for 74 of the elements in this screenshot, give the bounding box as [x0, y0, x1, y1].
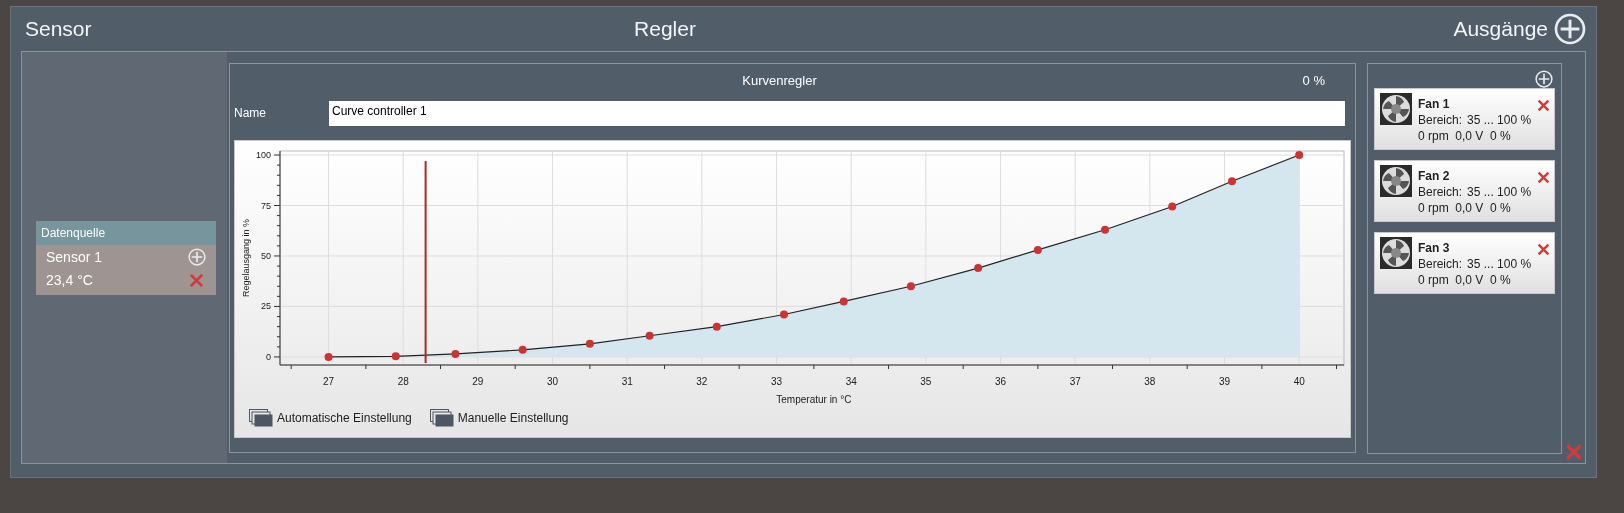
section-title: Sensor — [25, 17, 92, 41]
curve-point[interactable] — [391, 352, 400, 361]
delete-icon[interactable] — [1537, 171, 1551, 184]
range-value: 35 ... 100 % — [1467, 112, 1532, 128]
curve-point[interactable] — [712, 322, 721, 331]
sensor-name: Sensor 1 — [46, 247, 103, 267]
curve-point[interactable] — [585, 339, 594, 348]
x-tick-label: 33 — [770, 376, 783, 387]
add-icon[interactable] — [1554, 13, 1586, 45]
y-tick-label: 25 — [261, 301, 271, 312]
y-tick-label: 75 — [261, 200, 271, 211]
settings-button[interactable]: Manuelle Einstellung — [429, 409, 569, 427]
range-label: Bereich: — [1418, 256, 1463, 272]
fan-reading: 0 rpm 0,0 V 0 % — [1418, 128, 1511, 144]
settings-button[interactable]: Automatische Einstellung — [249, 409, 412, 427]
fan-reading: 0 rpm 0,0 V 0 % — [1418, 272, 1511, 288]
fan-card[interactable]: Fan 2 Bereich: 35 ... 100 % 0 rpm 0,0 V 0 % — [1374, 160, 1555, 222]
range-label: Bereich: — [1418, 112, 1463, 128]
curve-point[interactable] — [839, 297, 848, 306]
x-tick-label: 39 — [1218, 376, 1231, 387]
add-icon[interactable] — [1535, 70, 1553, 88]
x-tick-label: 36 — [994, 376, 1007, 387]
fan-card[interactable]: Fan 1 Bereich: 35 ... 100 % 0 rpm 0,0 V 0 % — [1374, 88, 1555, 150]
curve-point[interactable] — [974, 264, 983, 273]
curve-point[interactable] — [780, 310, 788, 319]
y-tick-label: 100 — [255, 150, 271, 161]
y-tick-label: 0 — [266, 351, 271, 362]
curve-point[interactable] — [451, 349, 460, 358]
fan-reading: 0 rpm 0,0 V 0 % — [1418, 200, 1511, 216]
fan-icon — [1380, 237, 1412, 269]
x-tick-label: 35 — [920, 376, 932, 387]
range-label: Bereich: — [1418, 184, 1463, 200]
x-tick-label: 29 — [472, 376, 484, 387]
curve-point[interactable] — [1101, 225, 1110, 234]
section-title: Ausgänge — [1453, 16, 1548, 43]
sensor-value: 23,4 °C — [46, 270, 93, 290]
range-value: 35 ... 100 % — [1467, 184, 1532, 200]
curve-point[interactable] — [645, 331, 654, 340]
name-label: Name — [234, 105, 267, 122]
x-tick-label: 37 — [1069, 376, 1081, 387]
range-value: 35 ... 100 % — [1467, 256, 1532, 272]
x-tick-label: 40 — [1293, 376, 1305, 387]
x-tick-label: 38 — [1144, 376, 1156, 387]
curve-point[interactable] — [1168, 202, 1177, 211]
x-tick-label: 31 — [621, 376, 633, 387]
curve-point[interactable] — [518, 345, 527, 354]
section-title: Regler — [634, 16, 696, 43]
curve-point[interactable] — [1033, 245, 1042, 254]
x-tick-label: 27 — [322, 376, 335, 387]
windows-icon — [429, 409, 454, 427]
datasource-title: Datenquelle — [36, 220, 216, 245]
curve-point[interactable] — [906, 282, 915, 291]
fan-card[interactable]: Fan 3 Bereich: 35 ... 100 % 0 rpm 0,0 V 0 % — [1374, 232, 1555, 294]
fan-icon — [1380, 93, 1412, 125]
curve-point[interactable] — [1295, 151, 1304, 160]
fan-icon — [1380, 165, 1412, 197]
x-tick-label: 30 — [546, 376, 559, 387]
x-axis-title: Temperatur in °C — [776, 394, 852, 405]
fan-name: Fan 3 — [1418, 240, 1450, 256]
curve-point[interactable] — [1228, 177, 1236, 186]
controller-title: Kurvenregler — [742, 72, 817, 91]
y-tick-label: 50 — [261, 251, 271, 261]
x-tick-label: 32 — [696, 376, 708, 387]
curve-point[interactable] — [324, 352, 333, 361]
x-tick-label: 34 — [845, 376, 857, 387]
controller-output: 0 % — [1302, 72, 1325, 91]
windows-icon — [249, 409, 273, 427]
fan-name: Fan 1 — [1418, 96, 1450, 112]
x-tick-label: 28 — [397, 376, 409, 387]
delete-icon[interactable] — [1537, 99, 1551, 112]
name-field[interactable]: Curve controller 1 — [329, 100, 1345, 126]
fan-name: Fan 2 — [1418, 168, 1450, 184]
y-axis-title: Regelausgang in % — [241, 218, 251, 298]
delete-icon[interactable] — [1537, 243, 1551, 256]
